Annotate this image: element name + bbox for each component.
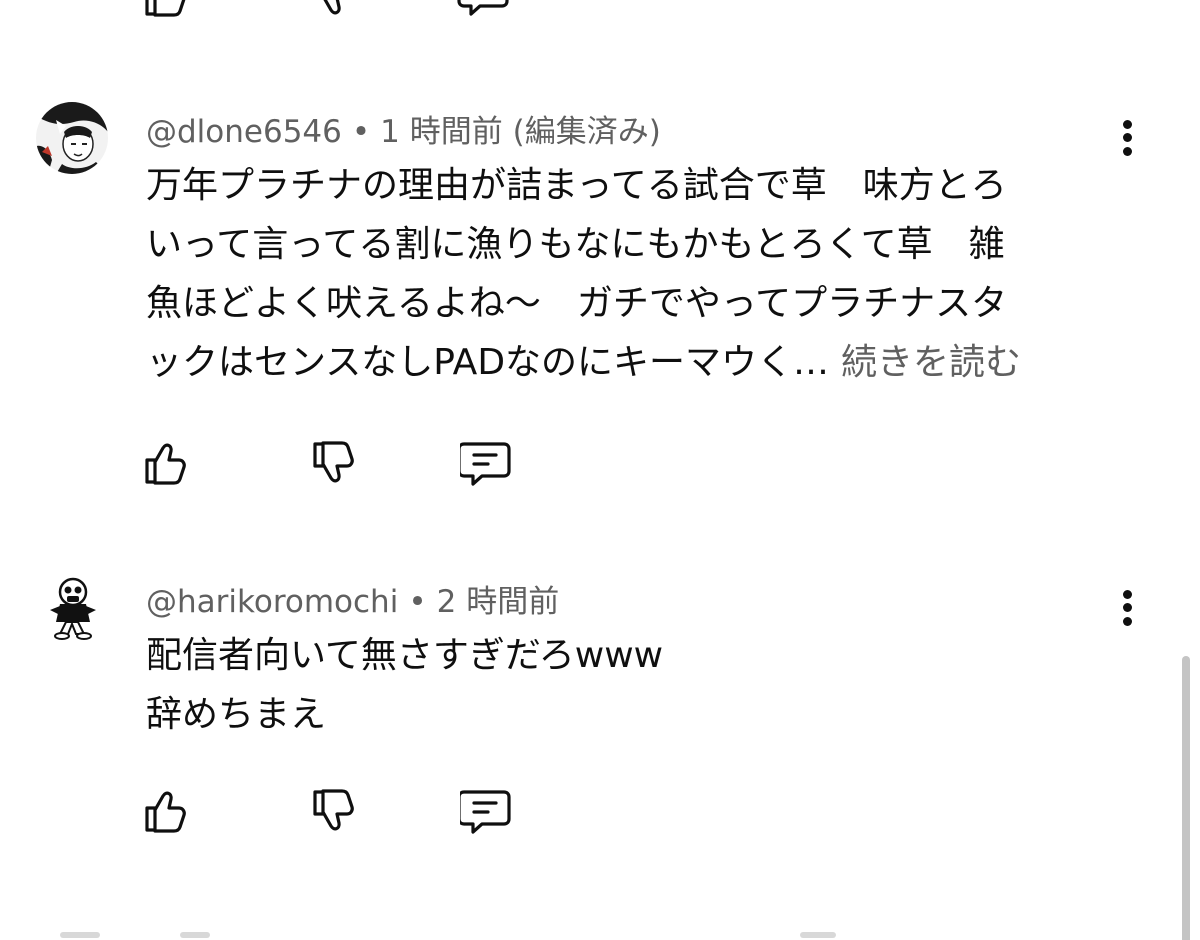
author-handle[interactable]: @harikoromochi [146,584,398,620]
avatar[interactable] [36,572,108,644]
comment-line-last: ックはセンスなしPADなのにキーマウく… 続きを読む [146,333,1106,392]
thumbs-up-icon[interactable] [144,438,196,490]
comment-text: 万年プラチナの理由が詰まってる試合で草 味方とろ いって言ってる割に漁りもなにも… [146,156,1106,392]
comment-meta: @harikoromochi • 2 時間前 [146,576,559,621]
comment-text: 配信者向いて無さすぎだろwww 辞めちまえ [146,626,1106,744]
comment-line-truncated: ックはセンスなしPADなのにキーマウく… [146,342,830,383]
scrollbar[interactable] [1182,656,1190,940]
reply-comment-icon[interactable] [457,786,512,838]
thumbs-up-icon[interactable] [144,786,196,838]
comment-line: 魚ほどよく吠えるよね〜 ガチでやってプラチナスタ [146,283,1008,324]
character-avatar-image [36,572,108,644]
meta-separator: • [351,114,371,150]
comment-line: 配信者向いて無さすぎだろwww [146,635,664,676]
comment-time: 2 時間前 [436,584,560,620]
comment-time: 1 時間前 (編集済み) [380,114,661,150]
avatar[interactable] [36,102,108,174]
read-more-link[interactable]: 続きを読む [841,342,1021,383]
thumbs-down-icon[interactable] [312,786,364,838]
comment-line: 辞めちまえ [146,694,327,735]
more-vertical-icon[interactable] [1112,116,1144,160]
previous-actions-icons [145,0,509,17]
next-comment-cutoff [0,928,1200,940]
author-handle[interactable]: @dlone6546 [146,114,342,150]
reply-comment-icon[interactable] [457,438,512,490]
more-vertical-icon[interactable] [1112,586,1144,630]
comment-line: 万年プラチナの理由が詰まってる試合で草 味方とろ [146,165,1007,206]
thumbs-down-icon[interactable] [312,438,364,490]
previous-comment-actions [144,0,524,26]
manga-avatar-image [36,102,108,174]
comment-meta: @dlone6546 • 1 時間前 (編集済み) [146,106,661,151]
comment-line: いって言ってる割に漁りもなにもかもとろくて草 雑 [146,224,1005,265]
comments-page: @dlone6546 • 1 時間前 (編集済み) 万年プラチナの理由が詰まってる試… [0,0,1200,940]
meta-separator: • [408,584,427,620]
